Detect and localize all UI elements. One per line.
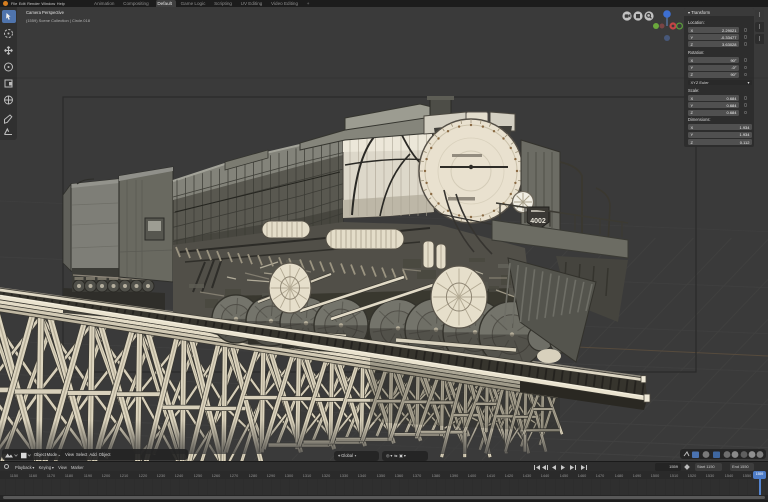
svg-text:4002: 4002 xyxy=(530,218,546,225)
